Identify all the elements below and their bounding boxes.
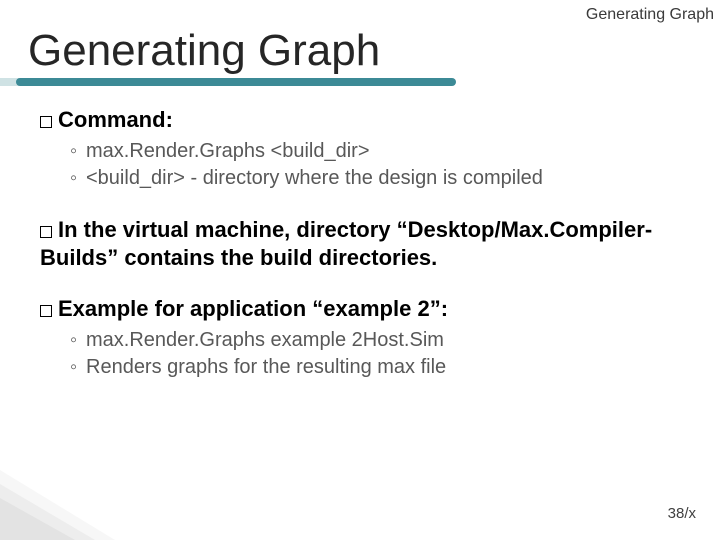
command-sub-1: max.Render.Graphs <build_dir>	[70, 138, 696, 165]
slide-content: Command: max.Render.Graphs <build_dir> <…	[40, 106, 696, 403]
bullet-vm: In the virtual machine, directory “Deskt…	[40, 216, 696, 273]
bullet-example-prefix: Example	[58, 296, 149, 321]
breadcrumb: Generating Graph	[586, 6, 714, 24]
corner-ornament	[0, 470, 115, 540]
bullet-command-text-prefix: Command	[58, 107, 166, 132]
example-sub-1: max.Render.Graphs example 2Host.Sim	[70, 327, 696, 354]
title-underline	[16, 78, 456, 86]
checkbox-icon	[40, 116, 52, 128]
example-sub-2: Renders graphs for the resulting max fil…	[70, 354, 696, 381]
command-sublist: max.Render.Graphs <build_dir> <build_dir…	[70, 138, 696, 192]
checkbox-icon	[40, 305, 52, 317]
bullet-vm-prefix: In	[58, 217, 78, 242]
bullet-example: Example for application “example 2”:	[40, 295, 696, 324]
page-number: 38/x	[668, 505, 696, 522]
command-sub-2: <build_dir> - directory where the design…	[70, 165, 696, 192]
page-title: Generating Graph	[28, 26, 380, 76]
bullet-command-text-suffix: :	[166, 107, 173, 132]
example-sublist: max.Render.Graphs example 2Host.Sim Rend…	[70, 327, 696, 381]
bullet-example-rest: for application “example 2”:	[149, 296, 449, 321]
checkbox-icon	[40, 226, 52, 238]
bullet-vm-rest: the virtual machine, directory “Desktop/…	[40, 217, 652, 271]
bullet-command: Command:	[40, 106, 696, 134]
